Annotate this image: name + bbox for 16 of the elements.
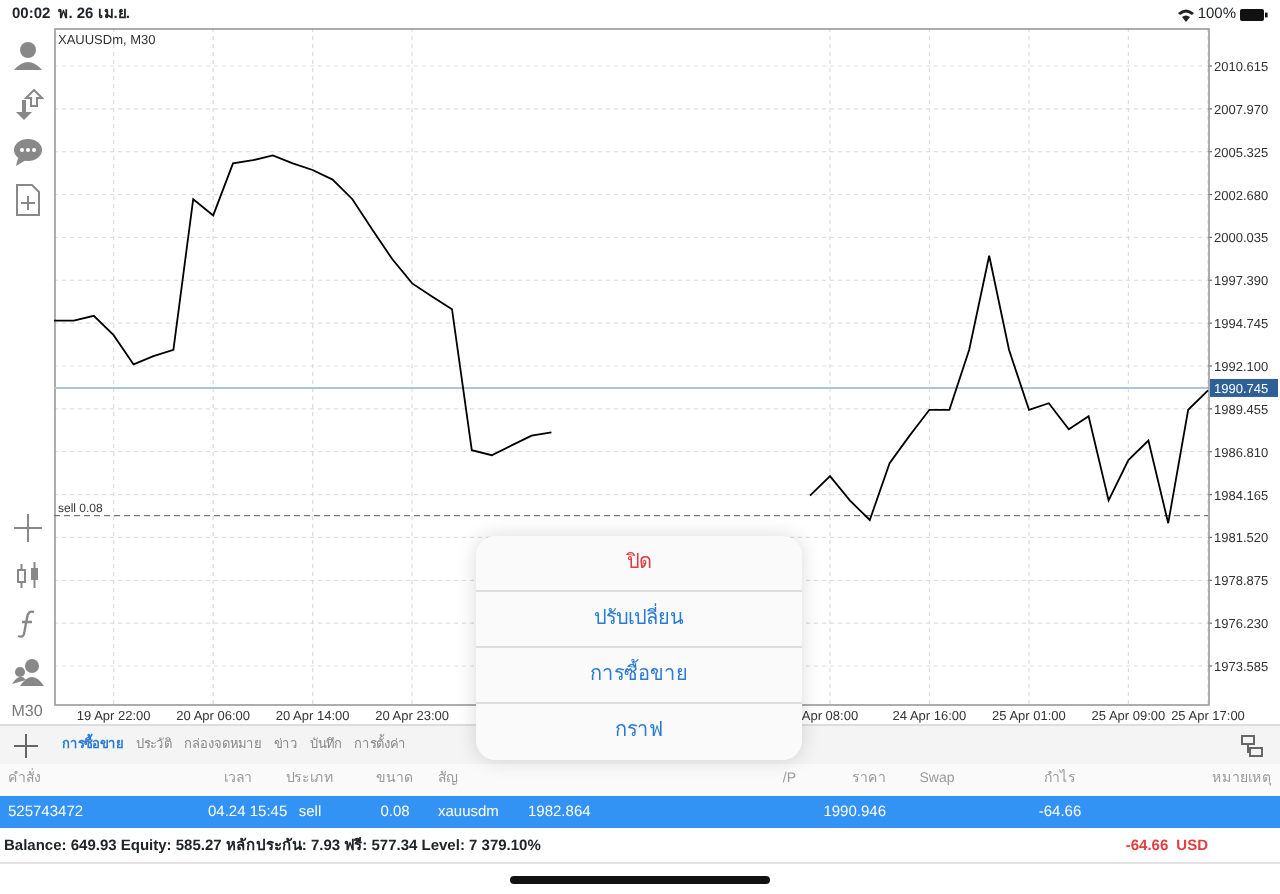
- chat-icon[interactable]: [11, 136, 43, 168]
- candlestick-icon[interactable]: [11, 560, 43, 592]
- menu-item[interactable]: ปรับเปลี่ยน: [476, 592, 802, 648]
- menu-item[interactable]: ปิด: [476, 536, 802, 592]
- menu-item[interactable]: กราฟ: [476, 704, 802, 760]
- new-document-icon[interactable]: [11, 184, 43, 216]
- add-icon[interactable]: [12, 731, 40, 759]
- menu-item[interactable]: การซื้อขาย: [476, 648, 802, 704]
- layout-toggle-icon[interactable]: [1240, 733, 1264, 757]
- battery-icon: [1240, 7, 1268, 21]
- crosshair-icon[interactable]: [11, 512, 43, 544]
- transfer-arrows-icon[interactable]: [11, 88, 43, 120]
- timeframe-label[interactable]: M30: [11, 700, 43, 724]
- person-icon[interactable]: [11, 40, 43, 72]
- people-icon[interactable]: [11, 656, 43, 688]
- wifi-icon: [1177, 7, 1194, 21]
